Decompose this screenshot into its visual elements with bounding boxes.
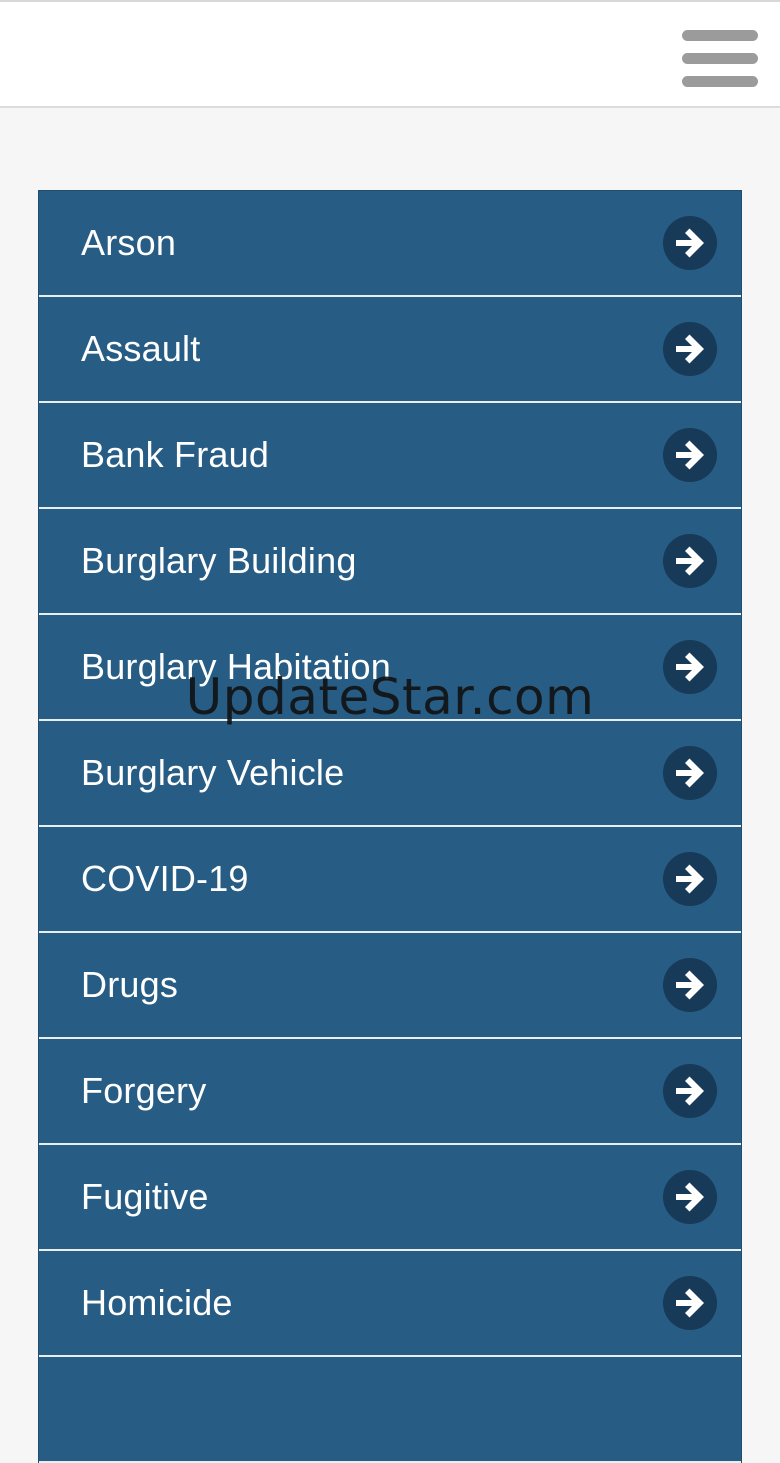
- arrow-right-circle-icon[interactable]: [663, 1276, 717, 1330]
- list-item-label: Forgery: [81, 1070, 207, 1111]
- crime-category-list: Arson Assault Bank Fraud Burglary Buildi…: [39, 191, 741, 1463]
- list-item-label: COVID-19: [81, 858, 249, 899]
- arrow-right-circle-icon[interactable]: [663, 216, 717, 270]
- list-item[interactable]: Assault: [39, 297, 741, 403]
- list-item[interactable]: [39, 1357, 741, 1463]
- list-item-label: Bank Fraud: [81, 434, 270, 475]
- list-item-label: Burglary Habitation: [81, 646, 391, 687]
- list-item[interactable]: Arson: [39, 191, 741, 297]
- list-item-label: Arson: [81, 222, 177, 263]
- menu-bar-top: [682, 30, 758, 41]
- list-item-label: Homicide: [81, 1282, 233, 1323]
- list-item[interactable]: Burglary Vehicle: [39, 721, 741, 827]
- arrow-right-circle-icon[interactable]: [663, 852, 717, 906]
- list-item[interactable]: Burglary Building: [39, 509, 741, 615]
- list-item[interactable]: Drugs: [39, 933, 741, 1039]
- arrow-right-circle-icon[interactable]: [663, 1064, 717, 1118]
- arrow-right-circle-icon[interactable]: [663, 534, 717, 588]
- list-item-label: Burglary Building: [81, 540, 357, 581]
- list-item-label: Burglary Vehicle: [81, 752, 345, 793]
- list-item[interactable]: Burglary Habitation: [39, 615, 741, 721]
- list-item-label: Drugs: [81, 964, 179, 1005]
- list-item[interactable]: Homicide: [39, 1251, 741, 1357]
- menu-bar-bottom: [682, 76, 758, 87]
- arrow-right-circle-icon[interactable]: [663, 322, 717, 376]
- hamburger-menu-icon[interactable]: [682, 30, 758, 88]
- list-item[interactable]: Fugitive: [39, 1145, 741, 1251]
- list-item[interactable]: Forgery: [39, 1039, 741, 1145]
- list-item-label: Assault: [81, 328, 201, 369]
- menu-bar-middle: [682, 53, 758, 64]
- arrow-right-circle-icon[interactable]: [663, 1170, 717, 1224]
- arrow-right-circle-icon[interactable]: [663, 958, 717, 1012]
- arrow-right-circle-icon[interactable]: [663, 746, 717, 800]
- list-item-label: Fugitive: [81, 1176, 209, 1217]
- list-item[interactable]: COVID-19: [39, 827, 741, 933]
- top-header: [0, 0, 780, 108]
- list-item[interactable]: Bank Fraud: [39, 403, 741, 509]
- arrow-right-circle-icon[interactable]: [663, 428, 717, 482]
- arrow-right-circle-icon[interactable]: [663, 640, 717, 694]
